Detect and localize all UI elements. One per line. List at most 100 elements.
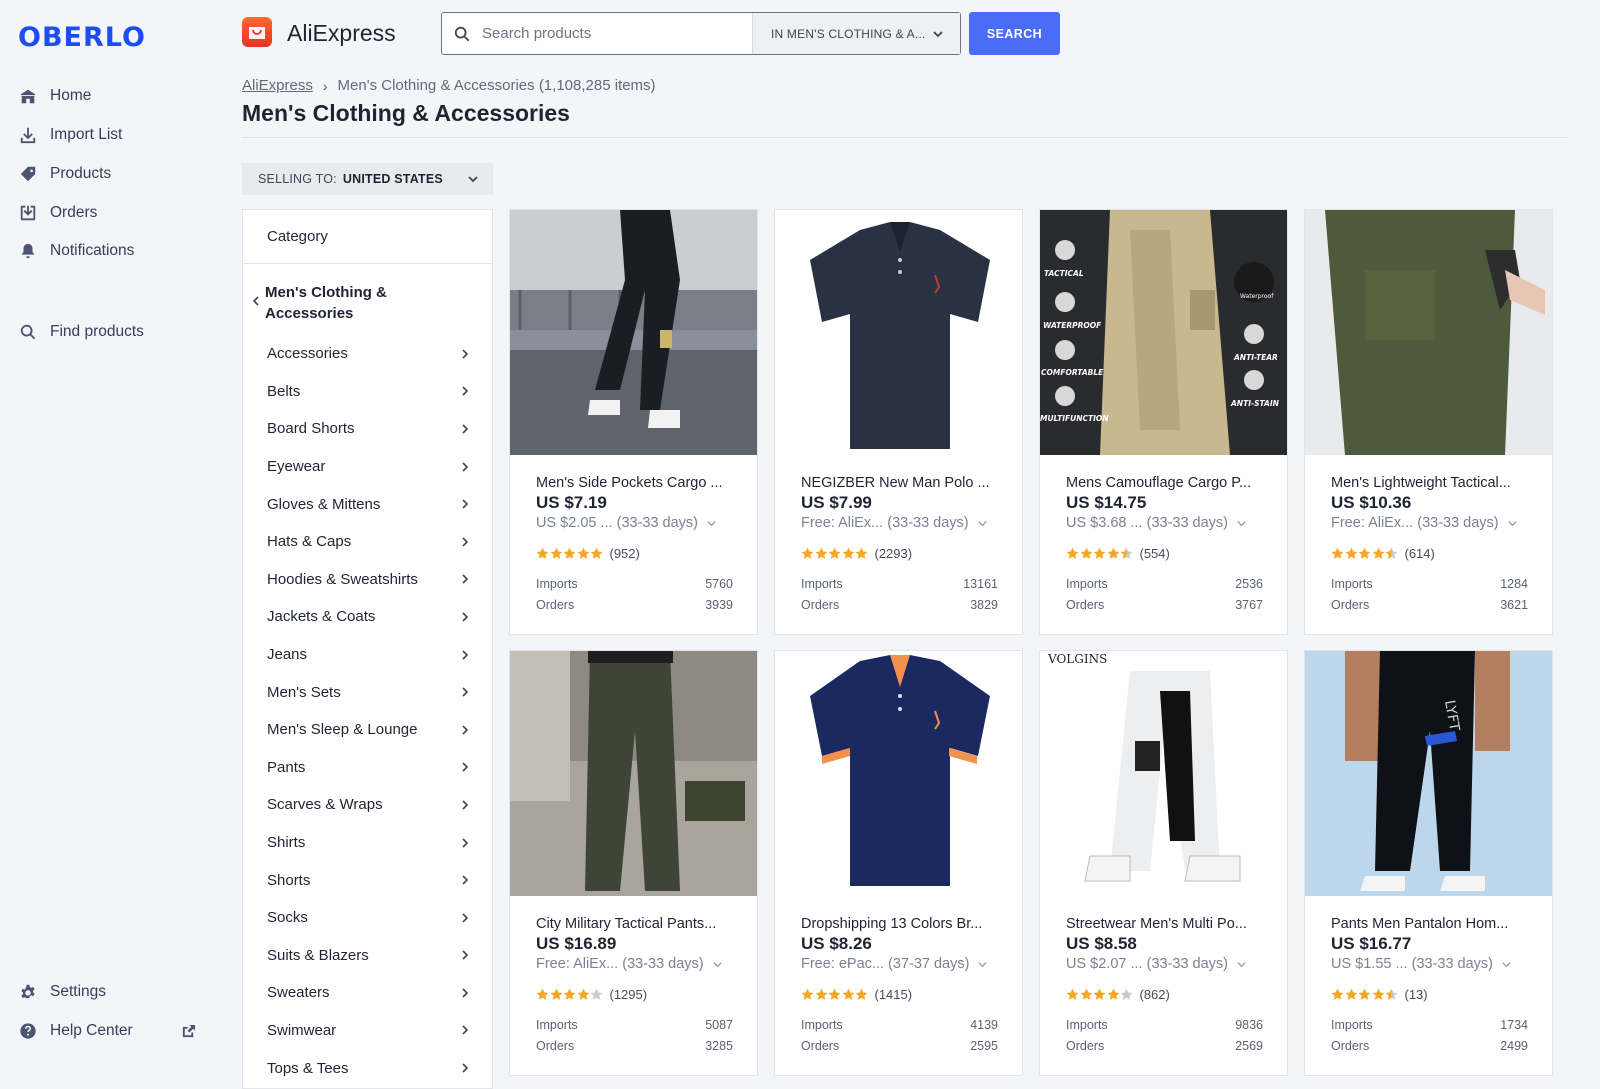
product-price: US $8.26	[801, 934, 872, 953]
review-count: (2293)	[874, 546, 913, 561]
product-image[interactable]: LYFT	[1305, 651, 1552, 896]
product-card[interactable]: LYFT Pants Men Pantalon Hom... US $16.77 US…	[1304, 650, 1553, 1076]
imports-stat: Imports 5087	[536, 1018, 733, 1032]
shipping-dropdown[interactable]: Free: AliEx... (33-33 days)	[536, 956, 723, 972]
shipping-days: (33-33 days)	[1411, 956, 1494, 972]
category-item[interactable]: Shorts	[243, 861, 492, 899]
product-card[interactable]: City Military Tactical Pants... US $16.89…	[509, 650, 758, 1076]
shipping-dropdown[interactable]: Free: AliEx... (33-33 days)	[1331, 515, 1518, 531]
product-image[interactable]	[775, 651, 1022, 896]
chevron-right-icon	[462, 649, 469, 660]
shipping-dropdown[interactable]: Free: AliEx... (33-33 days)	[801, 515, 988, 531]
shipping-dropdown[interactable]: US $2.05 ... (33-33 days)	[536, 515, 717, 531]
product-image[interactable]	[775, 210, 1022, 455]
nav-help-center[interactable]: Help Center	[18, 1017, 133, 1045]
nav-notifications[interactable]: Notifications	[18, 237, 134, 265]
search-input[interactable]	[482, 13, 752, 54]
nav-home[interactable]: Home	[18, 82, 91, 110]
category-item[interactable]: Belts	[243, 373, 492, 411]
category-item-label: Hats & Caps	[267, 533, 352, 551]
product-image[interactable]: VOLGINS	[1040, 651, 1287, 896]
category-item[interactable]: Accessories	[243, 335, 492, 373]
category-item[interactable]: Tops & Tees	[243, 1049, 492, 1087]
shipping-cost: US $2.05 ...	[536, 515, 613, 531]
category-item-label: Shorts	[267, 871, 311, 889]
category-item[interactable]: Sweaters	[243, 974, 492, 1012]
chevron-right-icon	[462, 875, 469, 885]
category-item[interactable]: Socks	[243, 899, 492, 937]
product-price: US $10.36	[1331, 493, 1412, 512]
category-item[interactable]: Board Shorts	[243, 410, 492, 448]
category-item[interactable]: Scarves & Wraps	[243, 786, 492, 824]
product-title[interactable]: Streetwear Men's Multi Po...	[1066, 916, 1247, 932]
category-item[interactable]: Men's Sleep & Lounge	[243, 711, 492, 749]
product-title[interactable]: Men's Side Pockets Cargo ...	[536, 475, 723, 491]
chevron-right-icon	[462, 424, 469, 434]
category-parent[interactable]: Men's Clothing & Accessories	[265, 282, 445, 324]
category-item[interactable]: Suits & Blazers	[243, 937, 492, 975]
product-title[interactable]: NEGIZBER New Man Polo ...	[801, 475, 990, 491]
category-item-label: Scarves & Wraps	[267, 796, 383, 814]
oberlo-logo[interactable]: OBERLO	[18, 22, 146, 53]
category-item[interactable]: Swimwear	[243, 1012, 492, 1050]
nav-settings[interactable]: Settings	[18, 978, 106, 1006]
breadcrumb-root-link[interactable]: AliExpress	[242, 77, 313, 94]
category-item[interactable]: Shirts	[243, 824, 492, 862]
product-card[interactable]: Men's Side Pockets Cargo ... US $7.19 US $…	[509, 209, 758, 635]
imports-stat: Imports 1734	[1331, 1018, 1528, 1032]
nav-orders[interactable]: Orders	[18, 199, 97, 227]
product-card[interactable]: TACTICAL WATERPROOF COMFORTABLE MULTIFUNCTI…	[1039, 209, 1288, 635]
chevron-right-icon	[462, 837, 469, 848]
shipping-days: (33-33 days)	[616, 515, 699, 531]
star-full-icon	[563, 547, 576, 559]
product-card[interactable]: Dropshipping 13 Colors Br... US $8.26 Free…	[774, 650, 1023, 1076]
nav-products[interactable]: Products	[18, 160, 111, 188]
rating-stars	[536, 988, 604, 1001]
category-item[interactable]: Jeans	[243, 636, 492, 674]
review-count: (1295)	[609, 987, 648, 1002]
tag-icon	[18, 164, 38, 184]
category-item[interactable]: Jackets & Coats	[243, 598, 492, 636]
category-item[interactable]: Pants	[243, 749, 492, 787]
shipping-dropdown[interactable]: US $2.07 ... (33-33 days)	[1066, 956, 1247, 972]
category-item-label: Men's Sets	[267, 683, 341, 701]
product-title[interactable]: Dropshipping 13 Colors Br...	[801, 916, 982, 932]
search-scope-dropdown[interactable]: IN MEN'S CLOTHING & A...	[752, 13, 960, 54]
selling-to-dropdown[interactable]: SELLING TO: UNITED STATES	[242, 163, 493, 195]
category-item[interactable]: Hats & Caps	[243, 523, 492, 561]
shipping-days: (33-33 days)	[887, 515, 969, 531]
category-item-label: Suits & Blazers	[267, 946, 369, 964]
product-title[interactable]: Mens Camouflage Cargo P...	[1066, 475, 1251, 491]
help-icon	[18, 1021, 38, 1041]
external-link-icon[interactable]	[181, 1024, 197, 1040]
product-image[interactable]	[510, 651, 757, 896]
product-title[interactable]: City Military Tactical Pants...	[536, 916, 716, 932]
product-title[interactable]: Men's Lightweight Tactical...	[1331, 475, 1511, 491]
product-title[interactable]: Pants Men Pantalon Hom...	[1331, 916, 1508, 932]
star-full-icon	[563, 988, 576, 1000]
product-card[interactable]: VOLGINS Streetwear Men's Multi Po... US $8…	[1039, 650, 1288, 1076]
product-card[interactable]: Men's Lightweight Tactical... US $10.36 Fr…	[1304, 209, 1553, 635]
star-full-icon	[855, 547, 868, 559]
category-item[interactable]: Men's Sets	[243, 673, 492, 711]
nav-find-products[interactable]: Find products	[18, 318, 144, 346]
search-button[interactable]: SEARCH	[969, 12, 1060, 55]
nav-import-list[interactable]: Import List	[18, 121, 122, 149]
shipping-dropdown[interactable]: US $3.68 ... (33-33 days)	[1066, 515, 1247, 531]
product-rating: (1415)	[801, 987, 912, 1002]
breadcrumb: AliExpress › Men's Clothing & Accessorie…	[242, 77, 656, 94]
selling-to-value: UNITED STATES	[342, 172, 443, 186]
orders-label: Orders	[536, 1039, 575, 1053]
product-card[interactable]: NEGIZBER New Man Polo ... US $7.99 Free: A…	[774, 209, 1023, 635]
category-item[interactable]: Eyewear	[243, 448, 492, 486]
category-item[interactable]: Hoodies & Sweatshirts	[243, 561, 492, 599]
shipping-dropdown[interactable]: Free: ePac... (37-37 days)	[801, 956, 988, 972]
shipping-dropdown[interactable]: US $1.55 ... (33-33 days)	[1331, 956, 1512, 972]
category-item-label: Men's Sleep & Lounge	[267, 721, 418, 739]
orders-value: 3939	[705, 598, 733, 612]
chevron-left-icon[interactable]	[251, 296, 261, 306]
product-image[interactable]: TACTICAL WATERPROOF COMFORTABLE MULTIFUNCTI…	[1040, 210, 1287, 455]
category-item[interactable]: Gloves & Mittens	[243, 485, 492, 523]
product-image[interactable]	[510, 210, 757, 455]
product-image[interactable]	[1305, 210, 1552, 455]
